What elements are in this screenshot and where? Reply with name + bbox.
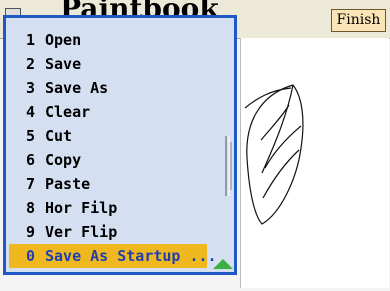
menu-item-number: 9 <box>25 223 35 241</box>
menu-item-cut[interactable]: 5 Cut <box>9 124 207 148</box>
menu-item-label: Cut <box>45 127 73 145</box>
menu-item-number: 7 <box>25 175 35 193</box>
drawing-canvas[interactable] <box>240 38 389 288</box>
menu-item-copy[interactable]: 6 Copy <box>9 148 207 172</box>
menu-item-label: Save As <box>45 79 109 97</box>
menu-item-number: 0 <box>25 247 35 265</box>
menu-item-label: Paste <box>45 175 91 193</box>
menu-item-number: 2 <box>25 55 35 73</box>
menu-item-label: Ver Flip <box>45 223 118 241</box>
menu-item-number: 3 <box>25 79 35 97</box>
triangle-up-icon[interactable] <box>213 259 233 269</box>
menu-item-label: Open <box>45 31 82 49</box>
menu-item-label: Hor Filp <box>45 199 118 217</box>
menu-item-ver-flip[interactable]: 9 Ver Flip <box>9 220 207 244</box>
menu-item-label: Copy <box>45 151 82 169</box>
menu-item-number: 8 <box>25 199 35 217</box>
finish-button[interactable]: Finish <box>331 9 386 32</box>
leaf-drawing <box>244 84 304 225</box>
menu-item-save-as[interactable]: 3 Save As <box>9 76 207 100</box>
menu-item-save-as-startup[interactable]: 0 Save As Startup ... <box>9 244 217 268</box>
menu-item-paste[interactable]: 7 Paste <box>9 172 207 196</box>
menu-item-label: Save <box>45 55 82 73</box>
menu-item-label: Save As Startup ... <box>45 247 217 265</box>
menu-item-number: 6 <box>25 151 35 169</box>
menu-item-number: 1 <box>25 31 35 49</box>
menu-item-number: 4 <box>25 103 35 121</box>
menu-item-hor-flip[interactable]: 8 Hor Filp <box>9 196 207 220</box>
scrollbar-grip-icon[interactable] <box>224 136 232 196</box>
menu-item-clear[interactable]: 4 Clear <box>9 100 207 124</box>
file-menu: 1 Open 2 Save 3 Save As 4 Clear 5 Cut 6 Copy 7… <box>3 15 237 275</box>
menu-item-number: 5 <box>25 127 35 145</box>
menu-item-label: Clear <box>45 103 91 121</box>
menu-item-save[interactable]: 2 Save <box>9 52 207 76</box>
menu-item-open[interactable]: 1 Open <box>9 28 207 52</box>
